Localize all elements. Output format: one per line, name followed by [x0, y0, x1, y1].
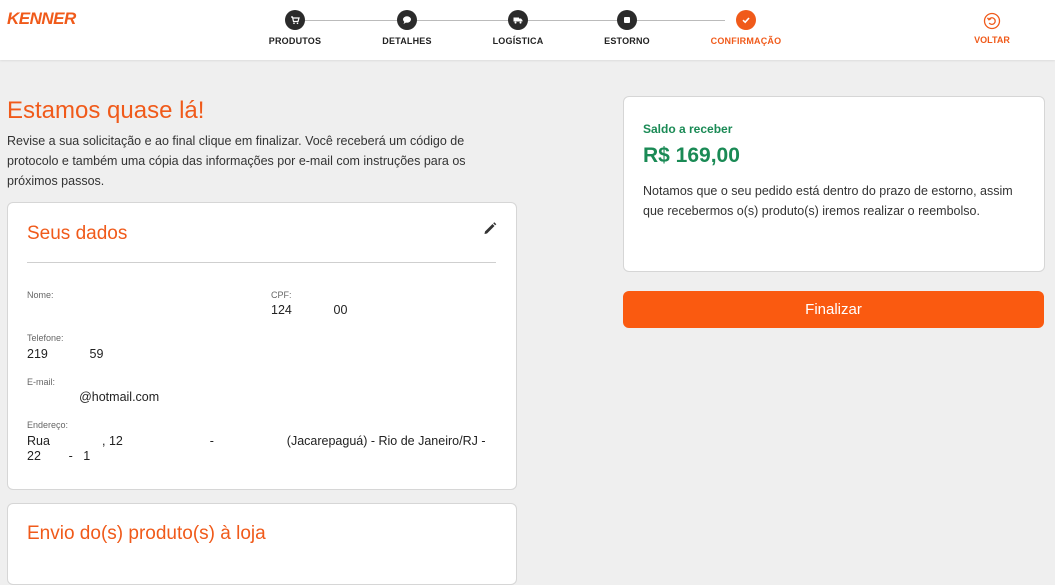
step-estorno[interactable]: ESTORNO — [572, 10, 682, 46]
pencil-icon[interactable] — [482, 220, 498, 236]
truck-icon — [508, 10, 528, 30]
seus-dados-title: Seus dados — [27, 223, 128, 244]
stop-icon — [617, 10, 637, 30]
step-detalhes[interactable]: DETALHES — [352, 10, 462, 46]
step-label: LOGÍSTICA — [492, 36, 544, 46]
email-label: E-mail: — [27, 377, 56, 387]
back-button[interactable]: VOLTAR — [968, 12, 1016, 45]
step-logistica[interactable]: LOGÍSTICA — [463, 10, 573, 46]
envio-title: Envio do(s) produto(s) à loja — [27, 523, 266, 544]
cpf-value: 124 00 — [271, 303, 348, 317]
step-produtos[interactable]: PRODUTOS — [240, 10, 350, 46]
saldo-card: Saldo a receber R$ 169,00 Notamos que o … — [623, 96, 1045, 272]
step-label: ESTORNO — [604, 36, 650, 46]
telefone-label: Telefone: — [27, 333, 64, 343]
step-label: CONFIRMAÇÃO — [710, 36, 782, 46]
step-label: PRODUTOS — [268, 36, 322, 46]
finalizar-button[interactable]: Finalizar — [623, 291, 1044, 328]
endereco-line1: Rua , 12 - (Jacarepaguá) - Rio de Janeir… — [27, 434, 486, 448]
intro-text: Revise a sua solicitação e ao final cliq… — [7, 134, 466, 188]
saldo-text: Notamos que o seu pedido está dentro do … — [643, 184, 1013, 218]
divider — [27, 262, 496, 263]
endereco-line2: 22 - 1 — [27, 449, 91, 463]
header: KENNER PRODUTOS DETALHES LOGÍSTICA ESTOR… — [0, 0, 1055, 60]
back-label: VOLTAR — [974, 35, 1010, 45]
saldo-value: R$ 169,00 — [643, 144, 740, 167]
step-label: DETALHES — [382, 36, 432, 46]
seus-dados-card: Seus dados Nome: CPF: 124 00 Telefone: 2… — [7, 202, 517, 490]
saldo-label: Saldo a receber — [643, 122, 733, 136]
endereco-label: Endereço: — [27, 420, 69, 430]
email-value: @hotmail.com — [27, 390, 160, 404]
envio-card: Envio do(s) produto(s) à loja — [7, 503, 517, 585]
chat-icon — [397, 10, 417, 30]
step-confirmacao[interactable]: CONFIRMAÇÃO — [691, 10, 801, 46]
page-title: Estamos quase lá! — [7, 97, 205, 124]
nome-label: Nome: — [27, 290, 54, 300]
undo-icon — [983, 12, 1001, 30]
cart-icon — [285, 10, 305, 30]
cpf-label: CPF: — [271, 290, 292, 300]
telefone-value: 219 59 — [27, 347, 104, 361]
check-icon — [736, 10, 756, 30]
kenner-logo[interactable]: KENNER — [7, 9, 76, 29]
